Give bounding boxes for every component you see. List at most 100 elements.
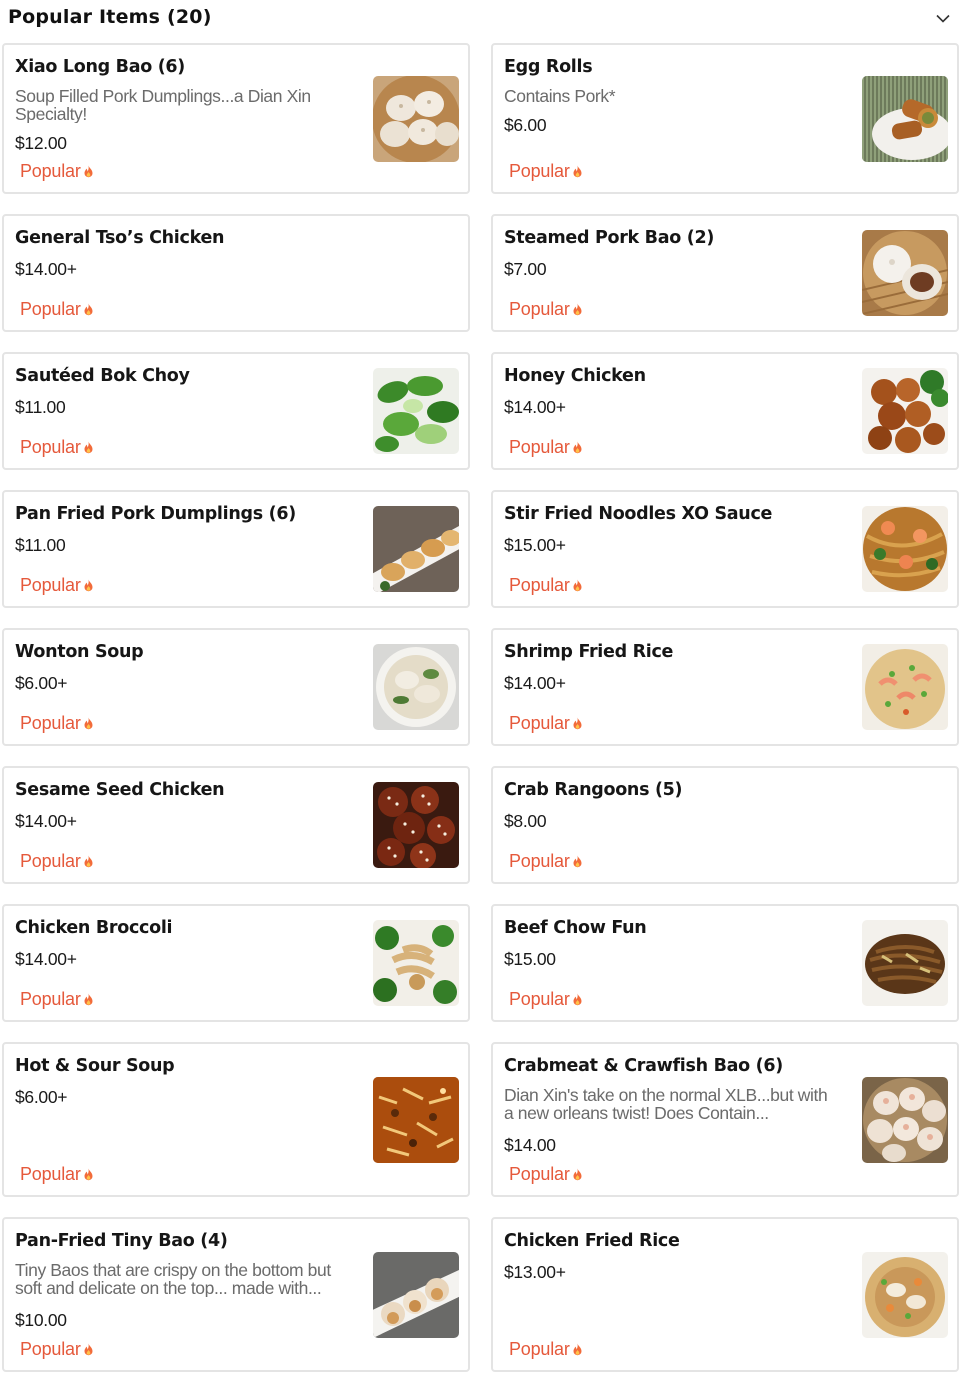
- popular-badge: Popular: [504, 985, 588, 1013]
- flame-icon: [84, 441, 93, 454]
- popular-label: Popular: [509, 160, 570, 181]
- item-name: Pan-Fried Tiny Bao (4): [15, 1231, 228, 1251]
- item-price: $11.00: [15, 535, 66, 555]
- menu-item-card[interactable]: Sautéed Bok Choy $11.00 Popular: [2, 352, 470, 470]
- egg-rolls-photo: [862, 76, 948, 162]
- flame-icon: [84, 1168, 93, 1181]
- popular-label: Popular: [20, 160, 81, 181]
- menu-item-card[interactable]: Egg Rolls Contains Pork* $6.00 Popular: [491, 43, 959, 194]
- item-price: $11.00: [15, 397, 66, 417]
- menu-item-card[interactable]: Pan Fried Pork Dumplings (6) $11.00 Popu…: [2, 490, 470, 608]
- item-name: Sautéed Bok Choy: [15, 366, 190, 386]
- item-price: $13.00+: [504, 1262, 566, 1282]
- flame-icon: [573, 441, 582, 454]
- item-price: $14.00+: [15, 259, 77, 279]
- chicken-fried-rice-photo: [862, 1252, 948, 1338]
- popular-label: Popular: [509, 850, 570, 871]
- pan-fried-dumplings-photo: [373, 506, 459, 592]
- hot-sour-soup-photo: [373, 1077, 459, 1163]
- menu-item-card[interactable]: Steamed Pork Bao (2) $7.00 Popular: [491, 214, 959, 332]
- item-price: $6.00+: [15, 1087, 68, 1107]
- item-price: $14.00+: [15, 949, 77, 969]
- item-name: Beef Chow Fun: [504, 918, 647, 938]
- popular-badge: Popular: [504, 1160, 588, 1188]
- menu-item-card[interactable]: Hot & Sour Soup $6.00+ Popular: [2, 1042, 470, 1197]
- menu-item-card[interactable]: Chicken Fried Rice $13.00+ Popular: [491, 1217, 959, 1372]
- sesame-chicken-photo: [373, 782, 459, 868]
- item-price: $10.00: [15, 1310, 67, 1330]
- popular-label: Popular: [20, 1163, 81, 1184]
- item-price: $12.00: [15, 133, 67, 153]
- popular-badge: Popular: [504, 1335, 588, 1363]
- item-price: $6.00+: [15, 673, 68, 693]
- item-name: Xiao Long Bao (6): [15, 57, 186, 77]
- popular-badge: Popular: [15, 1160, 99, 1188]
- popular-badge: Popular: [504, 709, 588, 737]
- popular-badge: Popular: [504, 157, 588, 185]
- menu-item-card[interactable]: Pan-Fried Tiny Bao (4) Tiny Baos that ar…: [2, 1217, 470, 1372]
- item-name: Steamed Pork Bao (2): [504, 228, 715, 248]
- menu-item-card[interactable]: Shrimp Fried Rice $14.00+ Popular: [491, 628, 959, 746]
- flame-icon: [84, 165, 93, 178]
- menu-item-card[interactable]: Sesame Seed Chicken $14.00+ Popular: [2, 766, 470, 884]
- shrimp-fried-rice-photo: [862, 644, 948, 730]
- flame-icon: [573, 1168, 582, 1181]
- chicken-broccoli-photo: [373, 920, 459, 1006]
- menu-item-card[interactable]: Crabmeat & Crawfish Bao (6) Dian Xin's t…: [491, 1042, 959, 1197]
- item-price: $15.00+: [504, 535, 566, 555]
- section-header: Popular Items (20): [0, 0, 962, 36]
- flame-icon: [573, 717, 582, 730]
- menu-item-card[interactable]: Crab Rangoons (5) $8.00 Popular: [491, 766, 959, 884]
- item-description: Tiny Baos that are crispy on the bottom …: [15, 1261, 331, 1297]
- flame-icon: [573, 165, 582, 178]
- menu-item-card[interactable]: General Tso’s Chicken $14.00+ Popular: [2, 214, 470, 332]
- popular-label: Popular: [509, 1163, 570, 1184]
- popular-label: Popular: [20, 850, 81, 871]
- popular-badge: Popular: [15, 157, 99, 185]
- menu-item-card[interactable]: Stir Fried Noodles XO Sauce $15.00+ Popu…: [491, 490, 959, 608]
- soup-dumplings-photo: [373, 76, 459, 162]
- tiny-bao-photo: [373, 1252, 459, 1338]
- flame-icon: [84, 855, 93, 868]
- popular-label: Popular: [20, 712, 81, 733]
- beef-chow-fun-photo: [862, 920, 948, 1006]
- pork-bao-photo: [862, 230, 948, 316]
- menu-item-card[interactable]: Wonton Soup $6.00+ Popular: [2, 628, 470, 746]
- flame-icon: [84, 1343, 93, 1356]
- item-name: Crabmeat & Crawfish Bao (6): [504, 1056, 783, 1076]
- item-name: Shrimp Fried Rice: [504, 642, 674, 662]
- item-price: $14.00+: [504, 397, 566, 417]
- popular-label: Popular: [20, 436, 81, 457]
- popular-label: Popular: [20, 1338, 81, 1359]
- item-name: Pan Fried Pork Dumplings (6): [15, 504, 296, 524]
- item-price: $14.00: [504, 1135, 556, 1155]
- menu-item-card[interactable]: Beef Chow Fun $15.00 Popular: [491, 904, 959, 1022]
- popular-badge: Popular: [15, 571, 99, 599]
- item-name: Sesame Seed Chicken: [15, 780, 225, 800]
- item-description: Contains Pork*: [504, 87, 616, 105]
- chevron-down-icon[interactable]: [932, 8, 954, 28]
- flame-icon: [573, 303, 582, 316]
- menu-item-card[interactable]: Xiao Long Bao (6) Soup Filled Pork Dumpl…: [2, 43, 470, 194]
- crawfish-bao-photo: [862, 1077, 948, 1163]
- popular-badge: Popular: [15, 1335, 99, 1363]
- item-price: $6.00: [504, 115, 547, 135]
- flame-icon: [84, 579, 93, 592]
- item-name: Crab Rangoons (5): [504, 780, 683, 800]
- item-price: $7.00: [504, 259, 547, 279]
- popular-label: Popular: [509, 1338, 570, 1359]
- menu-item-card[interactable]: Chicken Broccoli $14.00+ Popular: [2, 904, 470, 1022]
- popular-label: Popular: [20, 574, 81, 595]
- flame-icon: [84, 303, 93, 316]
- item-price: $8.00: [504, 811, 547, 831]
- popular-label: Popular: [20, 298, 81, 319]
- item-name: Stir Fried Noodles XO Sauce: [504, 504, 773, 524]
- menu-item-card[interactable]: Honey Chicken $14.00+ Popular: [491, 352, 959, 470]
- item-description: Dian Xin's take on the normal XLB...but …: [504, 1086, 828, 1122]
- wonton-soup-photo: [373, 644, 459, 730]
- item-name: Honey Chicken: [504, 366, 646, 386]
- flame-icon: [84, 993, 93, 1006]
- item-price: $14.00+: [15, 811, 77, 831]
- popular-badge: Popular: [504, 847, 588, 875]
- popular-badge: Popular: [504, 571, 588, 599]
